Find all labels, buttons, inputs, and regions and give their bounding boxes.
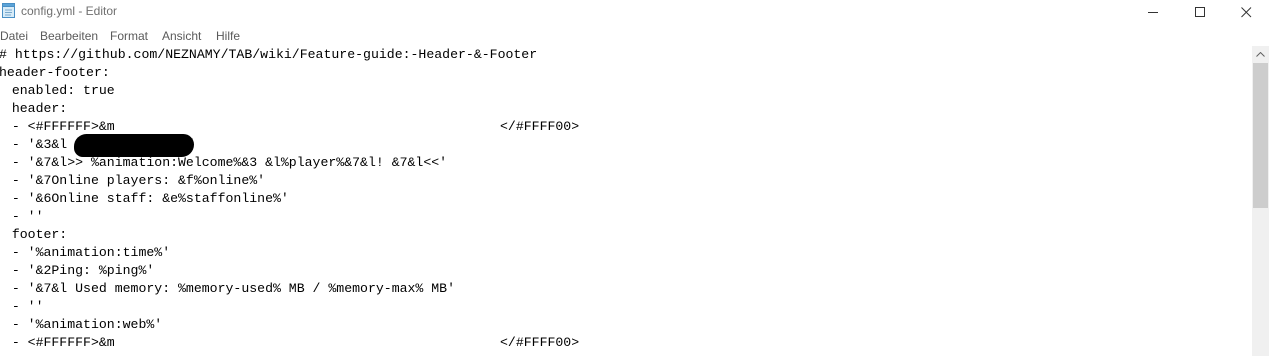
chevron-up-icon	[1256, 52, 1265, 57]
code-line: header:	[0, 101, 68, 116]
menu-hilfe[interactable]: Hilfe	[216, 29, 240, 43]
menu-bearbeiten[interactable]: Bearbeiten	[40, 29, 98, 43]
code-line: - ''	[0, 299, 44, 314]
code-line: footer:	[0, 227, 68, 242]
menu-format[interactable]: Format	[110, 29, 148, 43]
code-line: # https://github.com/NEZNAMY/TAB/wiki/Fe…	[0, 47, 538, 62]
code-line-suffix: </#FFFF00>	[500, 119, 580, 134]
code-line: header-footer:	[0, 65, 110, 80]
title-bar: config.yml - Editor	[0, 0, 1273, 24]
maximize-icon	[1195, 7, 1205, 17]
close-button[interactable]	[1223, 0, 1269, 24]
maximize-button[interactable]	[1177, 0, 1223, 24]
text-editor-area[interactable]: # https://github.com/NEZNAMY/TAB/wiki/Fe…	[0, 46, 1252, 356]
minimize-button[interactable]	[1130, 0, 1176, 24]
vertical-scrollbar[interactable]	[1252, 46, 1269, 356]
window-title: config.yml - Editor	[21, 4, 118, 18]
notepad-icon	[2, 3, 15, 18]
code-line: - '&3&l	[0, 137, 68, 152]
code-line: - '&7Online players: &f%online%'	[0, 173, 266, 188]
scroll-up-button[interactable]	[1252, 46, 1269, 63]
minimize-icon	[1148, 12, 1158, 13]
code-line: - ''	[0, 209, 44, 224]
menu-bar: Datei Bearbeiten Format Ansicht Hilfe	[0, 26, 1273, 46]
close-icon	[1241, 7, 1252, 18]
menu-datei[interactable]: Datei	[0, 29, 28, 43]
code-line: - '&6Online staff: &e%staffonline%'	[0, 191, 289, 206]
code-line: - '%animation:web%'	[0, 317, 163, 332]
code-line: - '&7&l Used memory: %memory-used% MB / …	[0, 281, 455, 296]
scroll-thumb[interactable]	[1253, 63, 1268, 208]
code-line: - '%animation:time%'	[0, 245, 171, 260]
code-line: - '&7&l>> %animation:Welcome%&3 &l%playe…	[0, 155, 448, 170]
code-line: - <#FFFFFF>&m	[0, 335, 115, 350]
code-line: enabled: true	[0, 83, 115, 98]
code-line: - '&2Ping: %ping%'	[0, 263, 155, 278]
menu-ansicht[interactable]: Ansicht	[162, 29, 201, 43]
code-line-suffix: </#FFFF00>	[500, 335, 580, 350]
